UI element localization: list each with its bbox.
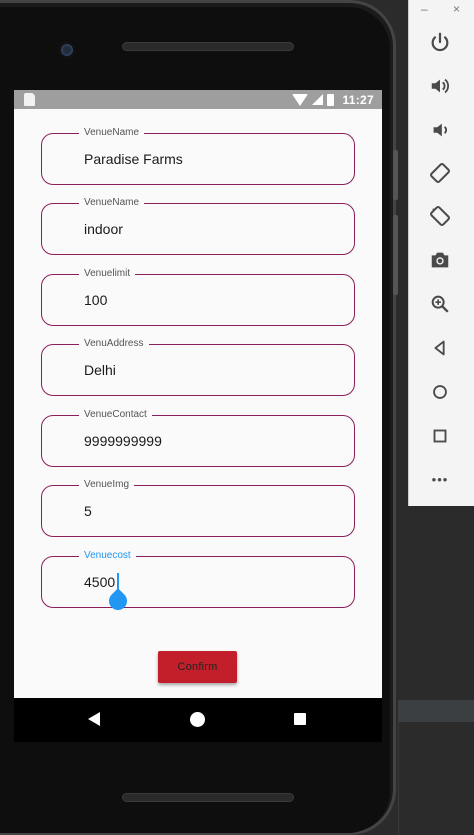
venue-address-field[interactable]: VenuAddress Delhi [41,337,355,396]
android-nav-bar [14,698,382,742]
venue-img-field[interactable]: VenueImg 5 [41,478,355,537]
power-icon[interactable] [427,29,453,55]
rotate-left-icon[interactable] [427,160,453,186]
field-value[interactable]: Paradise Farms [84,149,183,169]
minimize-button[interactable]: – [421,2,428,16]
battery-icon [327,93,335,106]
back-icon[interactable] [427,335,453,361]
field-value[interactable]: Delhi [84,360,116,380]
field-value[interactable]: 5 [84,501,92,521]
venue-limit-field[interactable]: Venuelimit 100 [41,267,355,326]
field-value[interactable]: 100 [84,290,107,310]
wifi-icon [292,93,309,106]
zoom-icon[interactable] [427,291,453,317]
status-bar: 11:27 [14,90,382,109]
ide-panel [398,722,474,835]
field-value[interactable]: 9999999999 [84,431,162,451]
field-label: Venuelimit [79,267,136,281]
field-value[interactable]: indoor [84,219,123,239]
field-label: VenueName [79,126,145,140]
close-button[interactable]: × [453,2,460,16]
volume-up-icon[interactable] [427,73,453,99]
emulator-toolbar: – × ••• [408,0,474,506]
front-camera-icon [58,41,76,59]
field-label: VenueName [79,196,145,210]
app-screen: 11:27 VenueName Paradise Farms VenueName… [14,90,382,698]
cursor-handle[interactable] [105,588,131,614]
field-label: VenueContact [79,408,152,422]
camera-icon[interactable] [427,247,453,273]
field-label: Venuecost [79,549,136,563]
power-side-button[interactable] [393,150,398,200]
nav-back-icon[interactable] [88,712,100,726]
field-label: VenueImg [79,478,135,492]
ide-panel-strip [398,700,474,722]
overview-icon[interactable] [427,423,453,449]
field-label: VenuAddress [79,337,149,351]
earpiece-speaker [122,42,294,51]
venue-contact-field[interactable]: VenueContact 9999999999 [41,408,355,467]
venue-cost-field[interactable]: Venuecost 4500 [41,549,355,614]
confirm-button[interactable]: Confirm [158,651,237,683]
rotate-right-icon[interactable] [427,203,453,229]
venue-name-field[interactable]: VenueName Paradise Farms [41,126,355,185]
venue-type-field[interactable]: VenueName indoor [41,196,355,255]
volume-down-icon[interactable] [427,117,453,143]
sd-card-icon [24,93,35,106]
signal-icon [312,94,324,105]
volume-side-button[interactable] [393,215,398,295]
home-icon[interactable] [427,379,453,405]
bottom-speaker [122,793,294,802]
nav-recents-icon[interactable] [294,713,306,725]
status-time: 11:27 [342,92,374,107]
field-value[interactable]: 4500 [84,572,115,592]
nav-home-icon[interactable] [190,712,205,727]
more-icon[interactable]: ••• [427,466,453,492]
